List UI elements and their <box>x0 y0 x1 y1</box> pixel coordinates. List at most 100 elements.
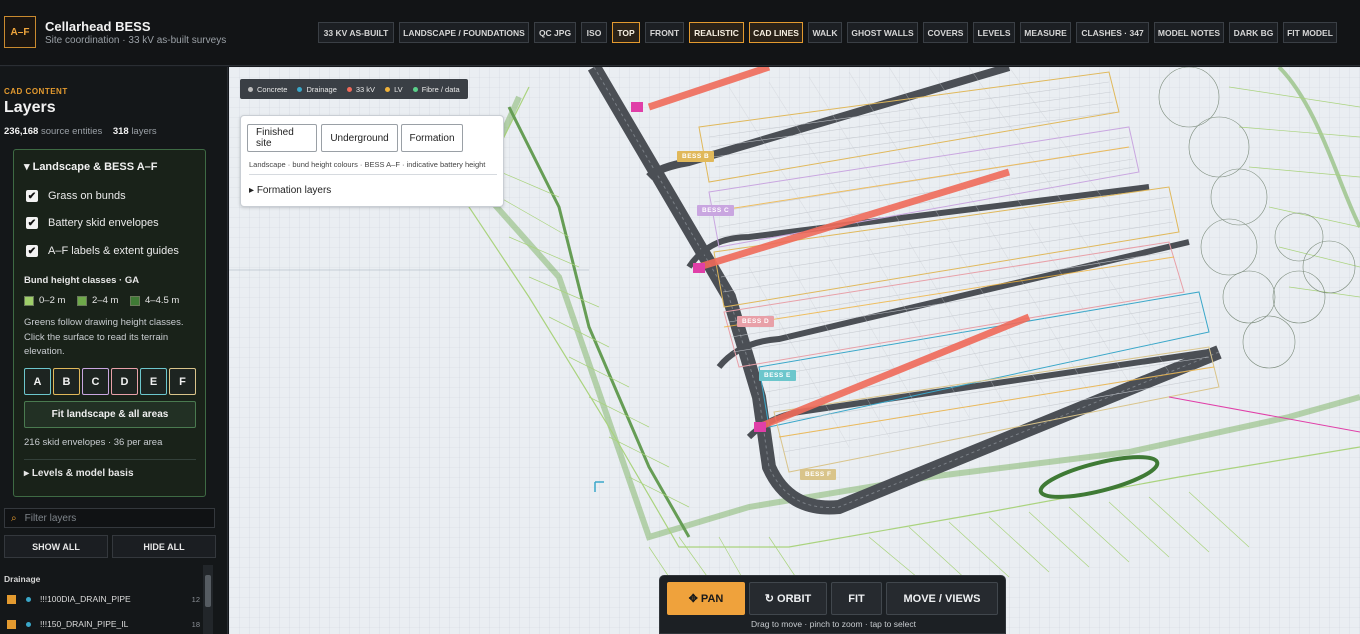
bund-class-4-45: 4–4.5 m <box>130 295 179 306</box>
pan-button[interactable]: ✥ PAN <box>667 582 745 615</box>
fit-button[interactable]: FIT <box>831 582 882 615</box>
cable-legend: Concrete Drainage 33 kV LV Fibre / data <box>240 79 468 99</box>
btn-front-view[interactable]: FRONT <box>645 22 684 43</box>
hide-all-button[interactable]: HIDE ALL <box>112 535 216 558</box>
btn-covers[interactable]: COVERS <box>923 22 968 43</box>
area-button-e[interactable]: E <box>140 368 167 395</box>
bund-class-label: 2–4 m <box>92 295 119 306</box>
entities-count: 236,168 <box>4 126 39 137</box>
bund-class-0-2: 0–2 m <box>24 295 65 306</box>
mode-formation[interactable]: Formation <box>401 124 463 152</box>
area-button-b[interactable]: B <box>53 368 80 395</box>
show-all-button[interactable]: SHOW ALL <box>4 535 108 558</box>
btn-clashes[interactable]: CLASHES · 347 <box>1076 22 1149 43</box>
area-button-f[interactable]: F <box>169 368 196 395</box>
app-title: Cellarhead BESS <box>45 19 151 34</box>
layer-name: !!!100DIA_DRAIN_PIPE <box>40 594 131 604</box>
layers-count: 318 <box>112 126 129 137</box>
bund-class-label: 4–4.5 m <box>145 295 180 306</box>
btn-landscape-foundations[interactable]: LANDSCAPE / FOUNDATIONS <box>399 22 529 43</box>
layer-row[interactable]: !!!100DIA_DRAIN_PIPE 12 <box>7 592 200 606</box>
btn-dark-bg[interactable]: DARK BG <box>1229 22 1278 43</box>
bess-label-d[interactable]: BESS D <box>737 316 775 327</box>
checkmark-icon: ✔ <box>26 245 38 257</box>
btn-fit-model[interactable]: FIT MODEL <box>1283 22 1337 43</box>
legend-label: 33 kV <box>355 84 376 94</box>
layer-list-scrollbar[interactable] <box>203 565 213 634</box>
app-subtitle: Site coordination · 33 kV as-built surve… <box>45 35 227 46</box>
layer-color-dot <box>26 621 31 627</box>
checkmark-icon: ✔ <box>26 190 38 202</box>
legend-dot <box>346 86 352 92</box>
checkbox-grass-on-bunds[interactable]: ✔ Grass on bunds <box>26 190 126 202</box>
legend-label: Concrete <box>257 84 288 94</box>
btn-33kv-as-built[interactable]: 33 KV AS-BUILT <box>318 22 394 43</box>
legend-label: LV <box>394 84 403 94</box>
levels-model-basis-toggle[interactable]: ▸ Levels & model basis <box>24 468 134 479</box>
scrollbar-thumb[interactable] <box>205 575 211 607</box>
checkbox-battery-skid-envelopes[interactable]: ✔ Battery skid envelopes <box>26 217 159 229</box>
bund-classes-title: Bund height classes · GA <box>24 275 140 286</box>
bess-label-f[interactable]: BESS F <box>800 469 837 480</box>
btn-walk[interactable]: WALK <box>808 22 842 43</box>
top-bar: A–F Cellarhead BESS Site coordination · … <box>0 0 1360 66</box>
bund-class-label: 0–2 m <box>39 295 66 306</box>
mode-description: Landscape · bund height colours · BESS A… <box>249 160 486 169</box>
bess-label-e[interactable]: BESS E <box>759 370 796 381</box>
sidebar-title: Layers <box>4 99 56 116</box>
legend-dot <box>385 86 391 92</box>
legend-label: Fibre / data <box>421 84 460 94</box>
legend-item: LV <box>385 85 403 94</box>
collapse-triangle-icon: ▾ <box>24 161 30 173</box>
formation-layers-toggle[interactable]: ▸ Formation layers <box>249 185 331 196</box>
layers-label: layers <box>131 126 157 137</box>
layer-color-dot <box>26 596 31 602</box>
btn-ghost-walls[interactable]: GHOST WALLS <box>847 22 918 43</box>
bess-label-b[interactable]: BESS B <box>677 151 715 162</box>
btn-cad-lines[interactable]: CAD LINES <box>749 22 803 43</box>
levels-model-basis-label: Levels & model basis <box>31 468 134 479</box>
swatch <box>77 295 87 306</box>
layer-filter-input[interactable]: ⌕ Filter layers <box>4 508 215 528</box>
cad-viewport[interactable]: BESS B BESS C BESS D BESS E BESS F Concr… <box>229 67 1360 634</box>
move-views-button[interactable]: MOVE / VIEWS <box>886 582 998 615</box>
checkbox-label: Battery skid envelopes <box>48 217 159 229</box>
checkbox-label: Grass on bunds <box>48 190 126 202</box>
checkbox-label: A–F labels & extent guides <box>48 245 179 257</box>
btn-model-notes[interactable]: MODEL NOTES <box>1154 22 1224 43</box>
swatch <box>130 295 140 306</box>
expand-triangle-icon: ▸ <box>24 468 30 479</box>
area-button-d[interactable]: D <box>111 368 138 395</box>
fit-landscape-button[interactable]: Fit landscape & all areas <box>24 401 196 428</box>
layer-row[interactable]: !!!150_DRAIN_PIPE_IL 18 <box>7 617 200 631</box>
checkbox-af-labels[interactable]: ✔ A–F labels & extent guides <box>26 245 179 257</box>
area-button-c[interactable]: C <box>82 368 109 395</box>
legend-label: Drainage <box>306 84 337 94</box>
layer-group-drainage: Drainage <box>4 574 41 584</box>
brand-logo: A–F <box>4 16 36 48</box>
mode-finished-site[interactable]: Finished site <box>247 124 317 152</box>
mode-underground[interactable]: Underground <box>321 124 398 152</box>
btn-realistic[interactable]: REALISTIC <box>689 22 744 43</box>
orbit-button[interactable]: ↻ ORBIT <box>749 582 827 615</box>
btn-measure[interactable]: MEASURE <box>1020 22 1071 43</box>
btn-iso[interactable]: ISO <box>581 22 607 43</box>
checkmark-icon: ✔ <box>26 217 38 229</box>
filter-placeholder: Filter layers <box>24 512 77 524</box>
bess-label-c[interactable]: BESS C <box>697 205 735 216</box>
entities-label: source entities <box>40 126 103 137</box>
formation-layers-label: Formation layers <box>256 185 332 196</box>
divider <box>249 174 497 175</box>
btn-top-view[interactable]: TOP <box>612 22 640 43</box>
legend-item: 33 kV <box>346 84 376 94</box>
panel-heading[interactable]: ▾ Landscape & BESS A–F <box>24 160 158 173</box>
btn-levels[interactable]: LEVELS <box>973 22 1015 43</box>
btn-qc-jpg[interactable]: QC JPG <box>534 22 576 43</box>
layers-sidebar: CAD CONTENT Layers 236,168 source entiti… <box>0 67 228 634</box>
layer-name: !!!150_DRAIN_PIPE_IL <box>40 619 129 629</box>
layer-checkbox[interactable] <box>7 594 16 604</box>
legend-item: Fibre / data <box>412 84 460 94</box>
area-button-a[interactable]: A <box>24 368 51 395</box>
legend-dot <box>248 86 253 92</box>
layer-checkbox[interactable] <box>7 619 16 629</box>
